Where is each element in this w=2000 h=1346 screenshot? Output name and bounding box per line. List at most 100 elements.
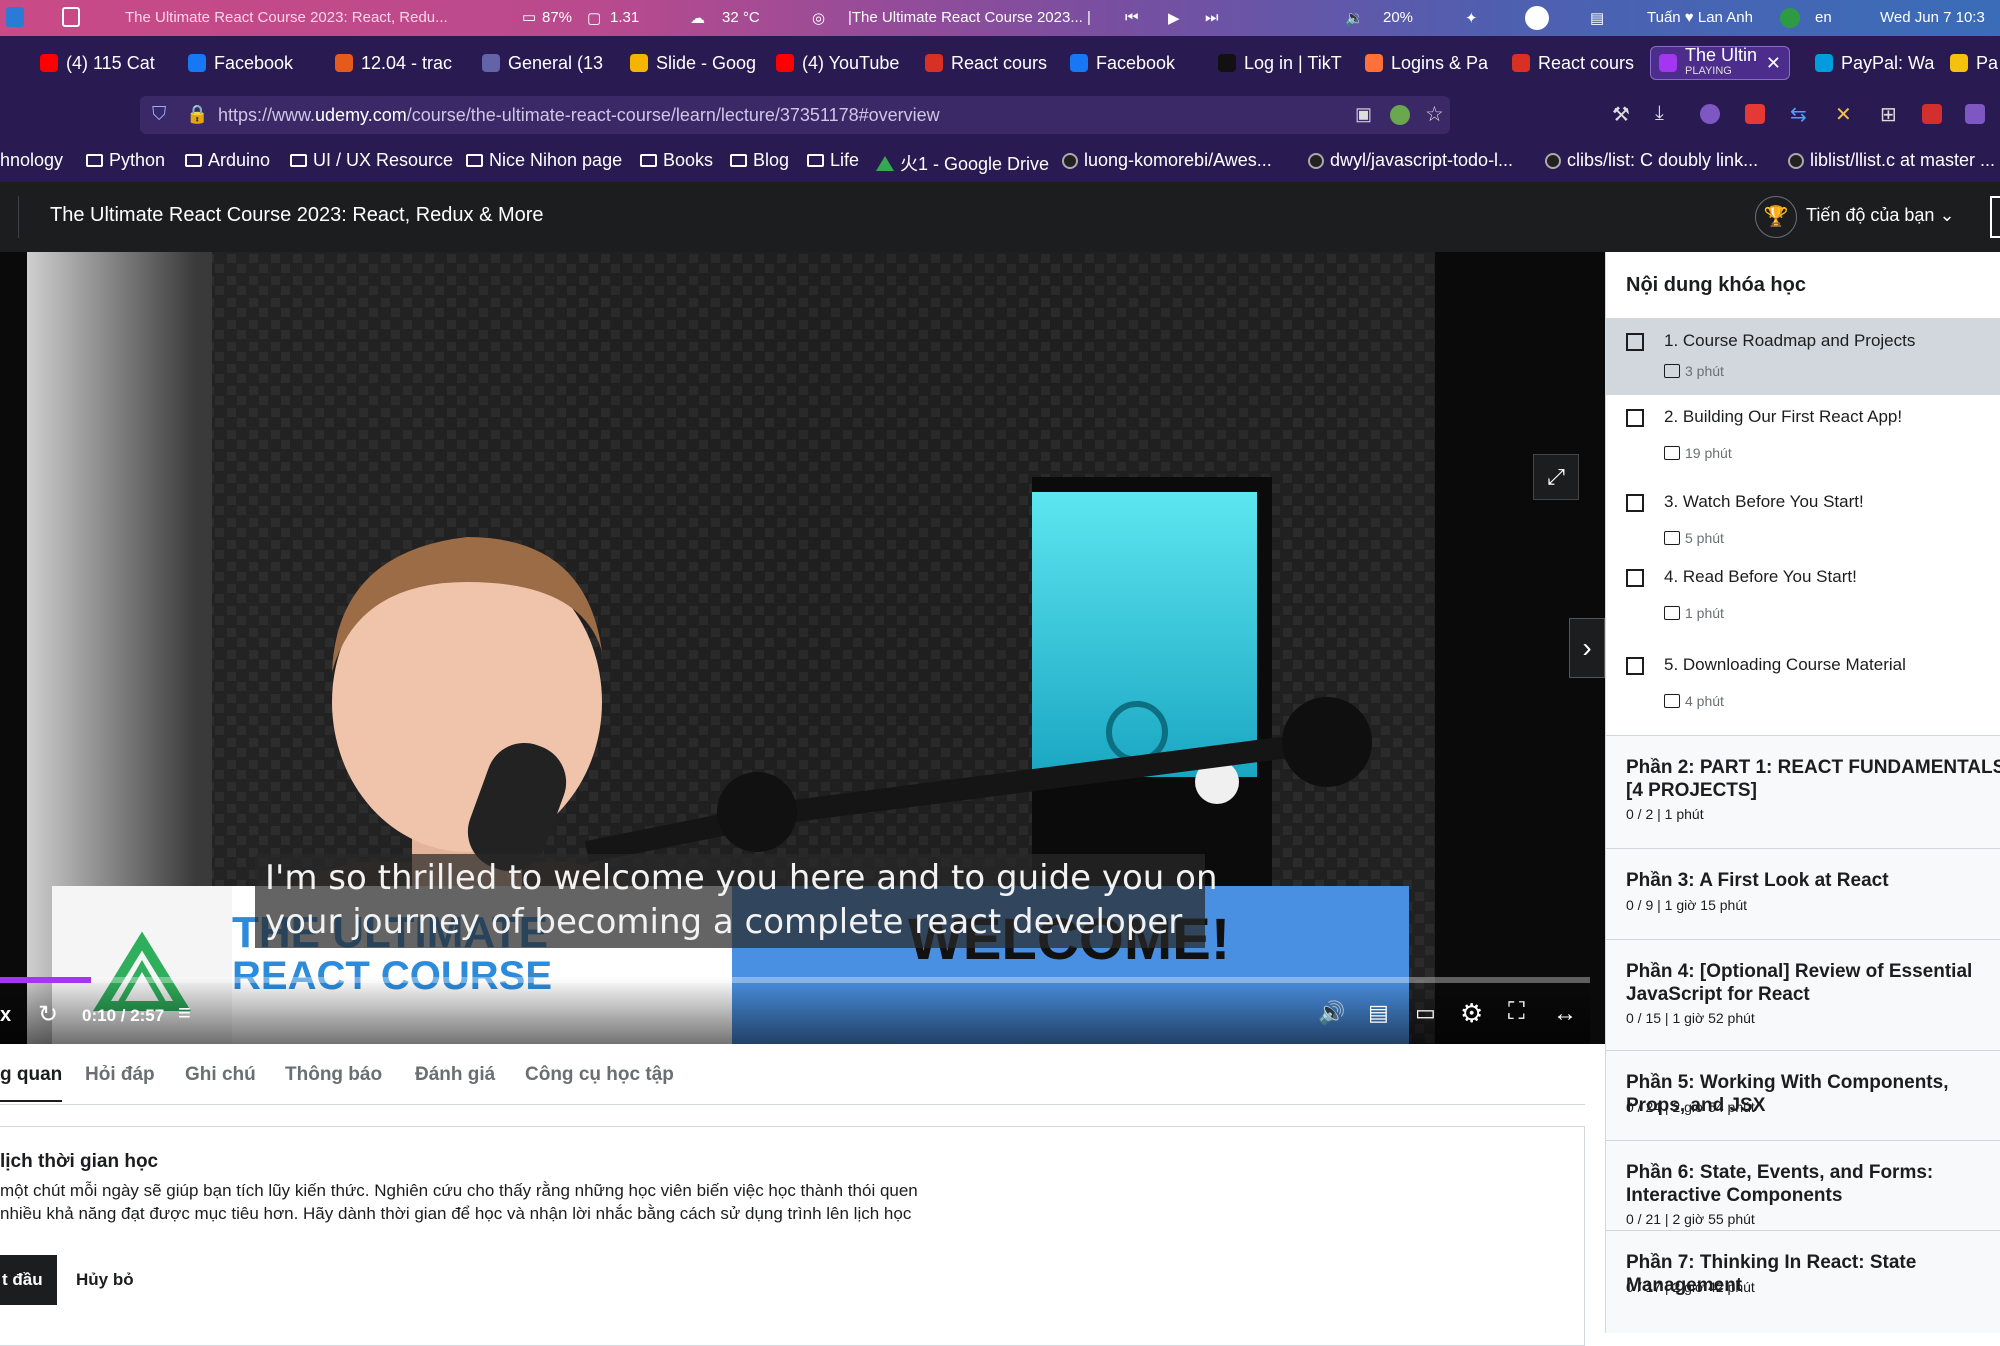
wrench-icon[interactable]: ⚒ xyxy=(1612,102,1630,127)
lecture-checkbox[interactable] xyxy=(1626,409,1644,427)
seek-bar[interactable] xyxy=(0,977,1590,983)
section-item[interactable]: Phần 4: [Optional] Review of Essential J… xyxy=(1606,939,2000,1050)
section-item[interactable]: Phần 5: Working With Components, Props, … xyxy=(1606,1050,2000,1140)
progress-dropdown[interactable]: Tiến độ của bạn ⌄ xyxy=(1806,205,1955,226)
tab-label: Log in | TikT xyxy=(1244,53,1342,73)
play-icon[interactable]: ▶ xyxy=(1168,9,1180,27)
tab-text: Slide - Goog xyxy=(656,54,756,72)
lecture-item[interactable]: 4. Read Before You Start! 1 phút xyxy=(1606,555,2000,643)
shield-icon[interactable]: ⛉ xyxy=(152,104,166,126)
trophy-icon[interactable]: 🏆 xyxy=(1755,196,1797,238)
keyboard-language[interactable]: en xyxy=(1815,9,1832,26)
tray-icon[interactable]: ✦ xyxy=(1465,9,1478,27)
tab-4[interactable]: Đánh giá xyxy=(415,1064,495,1086)
close-icon[interactable]: ✕ xyxy=(1766,53,1781,74)
notification-icon[interactable] xyxy=(1525,6,1549,30)
lecture-item[interactable]: 1. Course Roadmap and Projects 3 phút xyxy=(1606,319,2000,395)
bookmark-item[interactable]: hnology xyxy=(0,150,63,171)
tab-3[interactable]: Thông báo xyxy=(285,1064,382,1086)
browser-tab[interactable]: PayPal: Wal xyxy=(1815,46,1935,80)
app-window-icon[interactable] xyxy=(62,7,80,27)
bookmark-item[interactable]: UI / UX Resource xyxy=(290,150,453,171)
extension-menu-icon[interactable] xyxy=(1965,104,1985,124)
bookmark-star-icon[interactable]: ☆ xyxy=(1425,102,1444,127)
bookmark-item[interactable]: Nice Nihon page xyxy=(466,150,622,171)
bookmark-item[interactable]: Arduino xyxy=(185,150,270,171)
browser-tab[interactable]: Logins & Pa xyxy=(1365,46,1495,80)
extension-ublock-icon[interactable] xyxy=(1745,104,1765,124)
start-schedule-button[interactable]: t đầu xyxy=(0,1255,57,1305)
download-icon[interactable]: ⤓ xyxy=(1655,102,1664,125)
rewind-icon[interactable]: ↻ xyxy=(38,1000,58,1029)
bookmark-item[interactable]: clibs/list: C doubly link... xyxy=(1545,150,1758,171)
tab-5[interactable]: Công cụ học tập xyxy=(525,1064,674,1086)
lecture-checkbox[interactable] xyxy=(1626,657,1644,675)
fullscreen-icon[interactable]: ⛶ xyxy=(1508,998,1525,1026)
bookmark-item[interactable]: Python xyxy=(86,150,165,171)
lecture-item[interactable]: 5. Downloading Course Material 4 phút xyxy=(1606,643,2000,733)
lecture-item[interactable]: 2. Building Our First React App! 19 phút xyxy=(1606,395,2000,480)
tab-0[interactable]: g quan xyxy=(0,1064,63,1102)
share-button[interactable] xyxy=(1990,196,2000,238)
section-item[interactable]: Phần 7: Thinking In React: State Managem… xyxy=(1606,1230,2000,1333)
cancel-schedule-button[interactable]: Hủy bỏ xyxy=(76,1270,134,1290)
theater-mode-icon[interactable]: ↔ xyxy=(1553,1000,1577,1028)
extension-mail-icon[interactable] xyxy=(1922,104,1942,124)
browser-tab[interactable]: The Ultin PLAYING ✕ xyxy=(1650,46,1790,80)
next-track-icon[interactable]: ⏭ xyxy=(1205,9,1219,26)
lecture-checkbox[interactable] xyxy=(1626,494,1644,512)
previous-track-icon[interactable]: ⏮ xyxy=(1125,9,1139,26)
translate-icon[interactable]: ⇆ xyxy=(1790,102,1807,127)
bookmark-item[interactable]: Life xyxy=(807,150,859,171)
tab-2[interactable]: Ghi chú xyxy=(185,1064,256,1086)
vscode-icon[interactable] xyxy=(6,7,24,27)
browser-tab[interactable]: (4) 115 Cat xyxy=(40,46,160,80)
section-item[interactable]: Phần 2: PART 1: REACT FUNDAMENTALS [4 PR… xyxy=(1606,735,2000,848)
browser-tab[interactable]: 12.04 - trac xyxy=(335,46,465,80)
browser-tab[interactable]: General (13 xyxy=(482,46,612,80)
extension-box-icon[interactable]: ⊞ xyxy=(1880,102,1897,127)
tab-1[interactable]: Hỏi đáp xyxy=(85,1064,155,1086)
extension-h-icon[interactable] xyxy=(1700,104,1720,124)
browser-tab[interactable]: Slide - Goog xyxy=(630,46,760,80)
video-player[interactable]: THE ULTIMATE REACT COURSE WELCOME! I'm s… xyxy=(0,252,1605,1044)
clock: Wed Jun 7 10:3 xyxy=(1880,9,1985,26)
browser-tab[interactable]: Pa xyxy=(1950,46,2000,80)
browser-tab[interactable]: Facebook xyxy=(1070,46,1200,80)
browser-tab[interactable]: Log in | TikT xyxy=(1218,46,1348,80)
video-icon xyxy=(1664,694,1680,708)
expand-view-icon[interactable]: ⤢ xyxy=(1533,454,1579,500)
next-lecture-chevron-icon[interactable]: › xyxy=(1569,618,1605,678)
transcript-icon[interactable]: ▤ xyxy=(1368,1000,1389,1026)
lecture-checkbox[interactable] xyxy=(1626,569,1644,587)
address-bar[interactable]: ⛉ 🔒 https://www.udemy.com/course/the-ult… xyxy=(140,96,1450,134)
bookmark-item[interactable]: dwyl/javascript-todo-l... xyxy=(1308,150,1513,171)
clipboard-icon[interactable]: ▤ xyxy=(1590,9,1604,27)
volume-icon[interactable]: 🔊 xyxy=(1318,1000,1345,1026)
extension-cross-icon[interactable]: ✕ xyxy=(1835,102,1852,127)
volume-icon[interactable]: 🔉 xyxy=(1345,9,1364,27)
section-item[interactable]: Phần 6: State, Events, and Forms: Intera… xyxy=(1606,1140,2000,1230)
reader-view-icon[interactable]: ▣ xyxy=(1355,104,1372,125)
course-title[interactable]: The Ultimate React Course 2023: React, R… xyxy=(50,204,544,227)
section-item[interactable]: Phần 3: A First Look at React 0 / 9 | 1 g… xyxy=(1606,848,2000,939)
network-icon[interactable] xyxy=(1780,8,1800,28)
bookmark-item[interactable]: Blog xyxy=(730,150,789,171)
browser-tab[interactable]: React cours xyxy=(925,46,1055,80)
bookmark-item[interactable]: 火1 - Google Drive xyxy=(876,150,1049,176)
add-note-icon[interactable]: ≡ xyxy=(178,1000,191,1026)
playback-rate-button[interactable]: x xyxy=(0,1004,11,1027)
bookmark-item[interactable]: luong-komorebi/Awes... xyxy=(1062,150,1272,171)
extension-icon[interactable] xyxy=(1390,105,1410,125)
browser-tab[interactable]: Facebook xyxy=(188,46,318,80)
bookmark-item[interactable]: Books xyxy=(640,150,713,171)
browser-tab[interactable]: React cours xyxy=(1512,46,1642,80)
settings-gear-icon[interactable]: ⚙ xyxy=(1460,998,1483,1029)
lock-icon[interactable]: 🔒 xyxy=(186,104,208,125)
lecture-checkbox[interactable] xyxy=(1626,333,1644,351)
lecture-item[interactable]: 3. Watch Before You Start! 5 phút xyxy=(1606,480,2000,555)
browser-tab[interactable]: (4) YouTube xyxy=(776,46,906,80)
url-text[interactable]: https://www.udemy.com/course/the-ultimat… xyxy=(218,105,940,126)
captions-icon[interactable]: ▭ xyxy=(1415,1000,1436,1026)
bookmark-item[interactable]: liblist/llist.c at master ... xyxy=(1788,150,1995,171)
